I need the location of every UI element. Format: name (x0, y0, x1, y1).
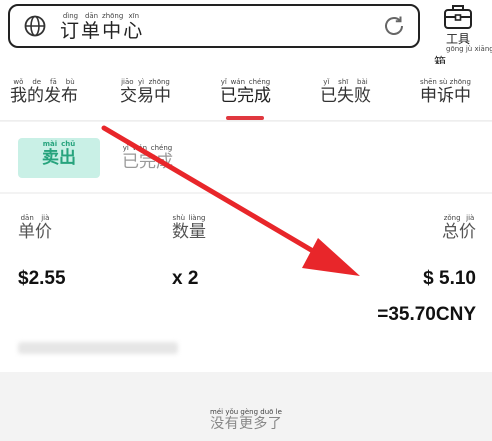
unit-price-value: $2.55 (18, 268, 66, 289)
active-tab-indicator (226, 116, 264, 120)
order-card[interactable]: 单价dān jià 数量shù liàng 总价zǒng jià $2.55 x… (0, 194, 492, 372)
search-bar[interactable]: 订dìng单dān中zhōng心xīn (8, 4, 420, 48)
total-price-label: 总价zǒng jià (442, 214, 476, 242)
completed-filter-label[interactable]: 已完成yǐ wán chéng (122, 144, 173, 172)
status-tabs: 我的发布wǒ de fā bù 交易中jiāo yì zhōng 已完成yǐ w… (0, 64, 492, 121)
total-price-value: $ 5.10 (423, 268, 476, 289)
toolbox-button[interactable]: 工具箱gōng jù xiāng (434, 2, 492, 69)
refresh-icon[interactable] (382, 14, 406, 38)
tab-in-trade[interactable]: 交易中jiāo yì zhōng (120, 78, 171, 106)
toolbox-icon (444, 5, 472, 29)
tab-appealing[interactable]: 申诉中shēn sù zhōng (420, 78, 471, 106)
tab-failed[interactable]: 已失败yǐ shī bài (320, 78, 371, 106)
title-char: 心xīn (123, 12, 145, 42)
total-cny-value: =35.70CNY (377, 304, 476, 325)
sell-filter-chip[interactable]: 卖出mài chū (18, 138, 100, 178)
globe-icon[interactable] (24, 15, 46, 37)
header: 订dìng单dān中zhōng心xīn 工具箱gōng jù xiāng (0, 0, 492, 69)
filter-bar: 卖出mài chū 已完成yǐ wán chéng (0, 122, 492, 192)
title-char: 订dìng (60, 12, 82, 42)
tab-my-posts[interactable]: 我的发布wǒ de fā bù (10, 78, 78, 106)
blurred-info (18, 342, 178, 354)
tab-completed[interactable]: 已完成yǐ wán chéng (220, 78, 271, 106)
quantity-value: x 2 (172, 268, 199, 289)
unit-price-label: 单价dān jià (18, 214, 52, 242)
no-more-label: 没有更多了méi yǒu gèng duō le (210, 408, 282, 432)
title-char: 中zhōng (102, 12, 124, 42)
quantity-label: 数量shù liàng (172, 214, 206, 242)
title-char: 单dān (81, 12, 103, 42)
search-title: 订dìng单dān中zhōng心xīn (60, 12, 144, 43)
